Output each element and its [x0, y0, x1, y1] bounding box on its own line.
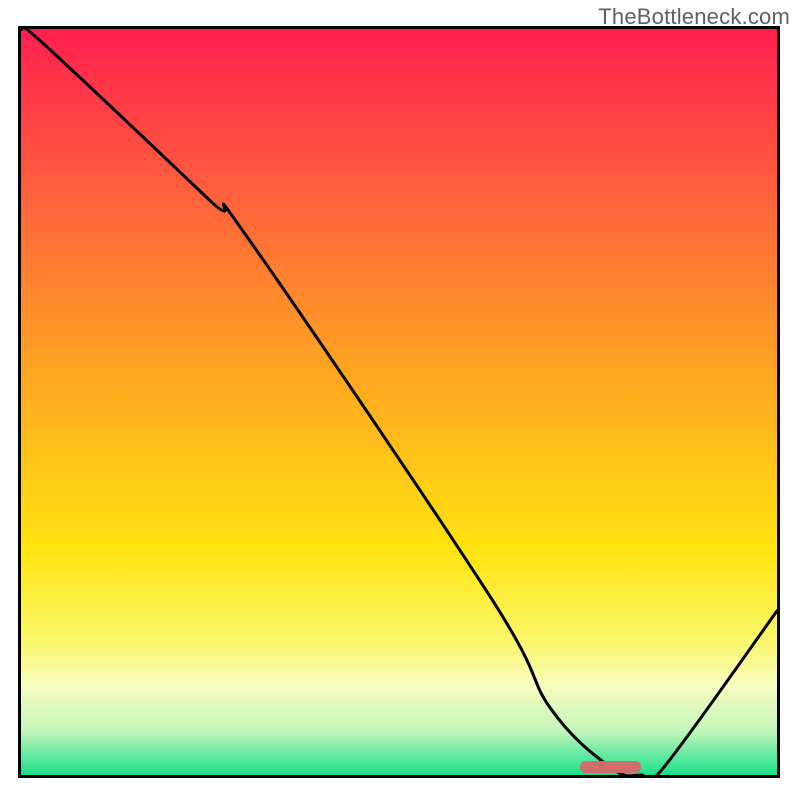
plot-area [18, 26, 780, 778]
bottleneck-curve [21, 29, 777, 775]
watermark-label: TheBottleneck.com [598, 4, 790, 30]
curve-layer [21, 29, 777, 775]
bottleneck-chart: TheBottleneck.com [0, 0, 800, 800]
optimal-zone-marker [580, 761, 640, 773]
